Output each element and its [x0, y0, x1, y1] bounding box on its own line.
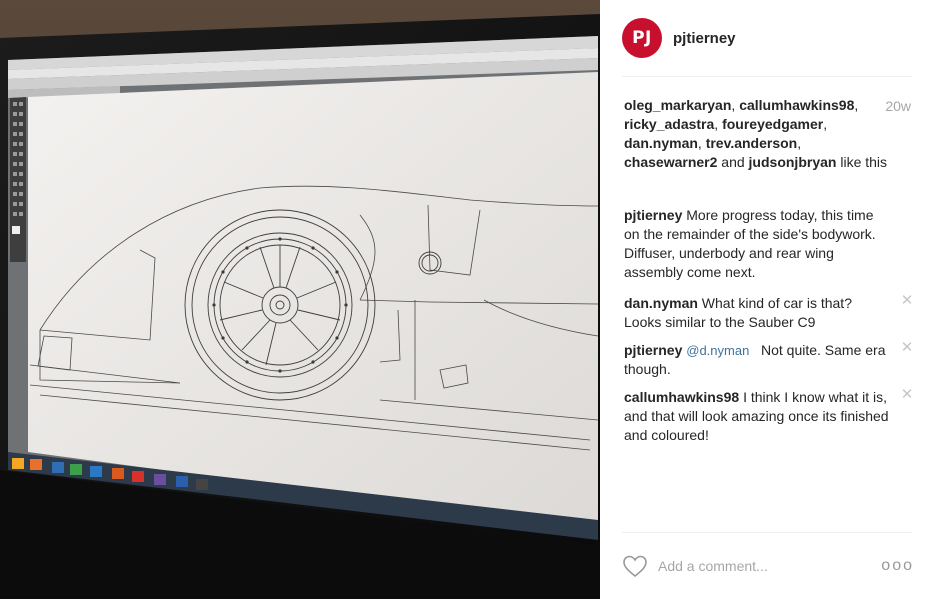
liker-username[interactable]: judsonjbryan	[749, 154, 837, 170]
divider	[622, 532, 912, 533]
likes-suffix: like this	[840, 154, 888, 170]
list-item: pjtierney @d.nyman Not quite. Same era t…	[624, 340, 914, 379]
post-photo	[0, 0, 600, 599]
liker-username[interactable]: oleg_markaryan	[624, 97, 731, 113]
close-icon[interactable]: ✕	[900, 293, 914, 308]
more-options-icon[interactable]: ooo	[881, 557, 914, 575]
comment-username[interactable]: pjtierney	[624, 342, 682, 358]
list-item: callumhawkins98 I think I know what it i…	[624, 387, 914, 445]
likes-summary: oleg_markaryan, callumhawkins98, ricky_a…	[624, 97, 888, 170]
liker-username[interactable]: dan.nyman	[624, 135, 698, 151]
liker-username[interactable]: foureyedgamer	[722, 116, 823, 132]
post-header: PJ pjtierney	[622, 16, 736, 60]
list-item: dan.nyman What kind of car is that? Look…	[624, 293, 914, 332]
liker-username[interactable]: ricky_adastra	[624, 116, 714, 132]
likes-and-text: and	[721, 154, 745, 170]
post-age[interactable]: 20w	[885, 98, 911, 114]
comment-mention[interactable]: @d.nyman	[686, 343, 749, 358]
liker-username[interactable]: trev.anderson	[706, 135, 798, 151]
comment-username[interactable]: dan.nyman	[624, 295, 698, 311]
comment-username[interactable]: pjtierney	[624, 207, 682, 223]
post-details-panel: PJ pjtierney oleg_markaryan, callumhawki…	[600, 0, 934, 599]
comments-list: pjtierney More progress today, this time…	[624, 206, 914, 454]
caption: pjtierney More progress today, this time…	[624, 206, 914, 282]
monitor-photo-illustration	[0, 0, 600, 599]
heart-icon[interactable]	[622, 554, 648, 578]
post-author-username[interactable]: pjtierney	[673, 30, 736, 47]
comment-username[interactable]: callumhawkins98	[624, 389, 739, 405]
divider	[622, 76, 912, 77]
liker-username[interactable]: chasewarner2	[624, 154, 717, 170]
liker-username[interactable]: callumhawkins98	[739, 97, 854, 113]
add-comment-input[interactable]: Add a comment...	[658, 558, 881, 574]
post-actions: Add a comment... ooo	[622, 548, 914, 584]
avatar[interactable]: PJ	[622, 18, 662, 58]
close-icon[interactable]: ✕	[900, 340, 914, 355]
close-icon[interactable]: ✕	[900, 387, 914, 402]
